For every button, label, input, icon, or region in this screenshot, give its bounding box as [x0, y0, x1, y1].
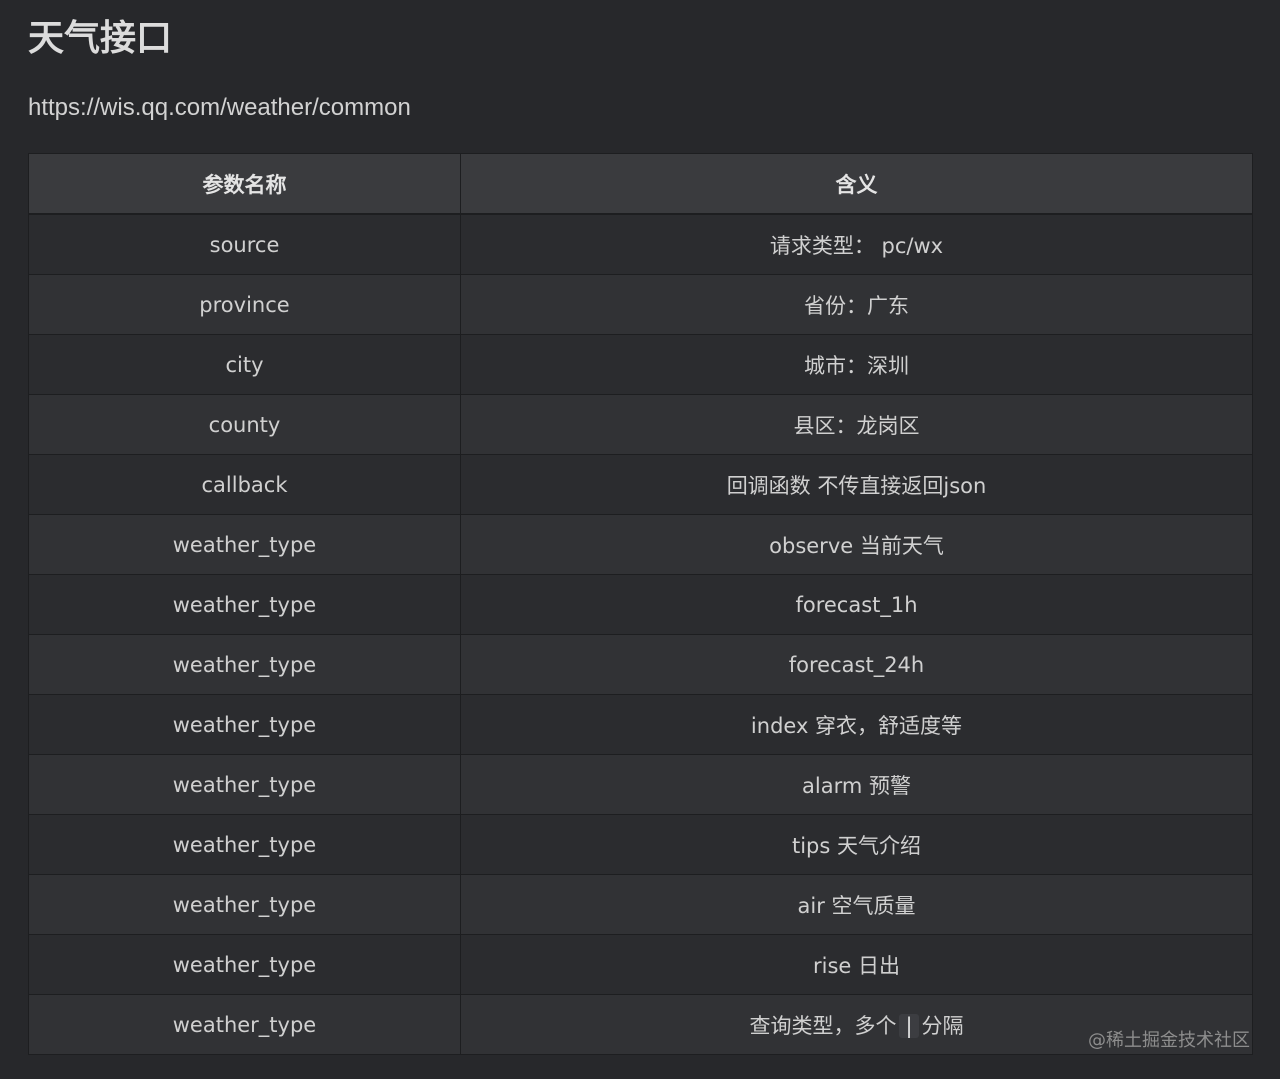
meaning-cell: 省份：广东	[460, 274, 1253, 335]
param-cell: weather_type	[28, 814, 461, 875]
param-cell: weather_type	[28, 994, 461, 1055]
table-row: weather_type air 空气质量	[28, 874, 1253, 935]
meaning-cell: forecast_24h	[460, 634, 1253, 695]
header-param-name: 参数名称	[28, 153, 461, 215]
param-cell: county	[28, 394, 461, 455]
table-row: weather_type tips 天气介绍	[28, 814, 1253, 875]
meaning-prefix: 查询类型，多个	[749, 1013, 897, 1038]
meaning-cell: air 空气质量	[460, 874, 1253, 935]
meaning-suffix: 分隔	[921, 1013, 964, 1038]
table-row: province 省份：广东	[28, 274, 1253, 335]
param-cell: callback	[28, 454, 461, 515]
meaning-cell: observe 当前天气	[460, 514, 1253, 575]
param-cell: province	[28, 274, 461, 335]
meaning-cell: 回调函数 不传直接返回json	[460, 454, 1253, 515]
param-cell: weather_type	[28, 634, 461, 695]
meaning-cell: forecast_1h	[460, 574, 1253, 635]
page-title: 天气接口	[28, 18, 173, 59]
meaning-cell: 县区：龙岗区	[460, 394, 1253, 455]
table-row: weather_type observe 当前天气	[28, 514, 1253, 575]
table-row: weather_type forecast_24h	[28, 634, 1253, 695]
header-meaning: 含义	[460, 153, 1253, 215]
table-row: weather_type index 穿衣，舒适度等	[28, 694, 1253, 755]
param-cell: weather_type	[28, 694, 461, 755]
param-cell: weather_type	[28, 514, 461, 575]
param-cell: weather_type	[28, 874, 461, 935]
inline-code-pipe: |	[899, 1013, 919, 1038]
meaning-cell: 城市：深圳	[460, 334, 1253, 395]
table-row: weather_type rise 日出	[28, 934, 1253, 995]
table-row: city 城市：深圳	[28, 334, 1253, 395]
meaning-cell: 请求类型： pc/wx	[460, 213, 1253, 275]
param-cell: source	[28, 213, 461, 275]
param-cell: weather_type	[28, 574, 461, 635]
table-row: weather_type 查询类型，多个 | 分隔	[28, 994, 1253, 1055]
param-cell: weather_type	[28, 754, 461, 815]
table-row: county 县区：龙岗区	[28, 394, 1253, 455]
meaning-cell: rise 日出	[460, 934, 1253, 995]
params-table: 参数名称 含义 source 请求类型： pc/wx province 省份：广…	[28, 153, 1253, 1055]
meaning-cell: index 穿衣，舒适度等	[460, 694, 1253, 755]
api-url: https://wis.qq.com/weather/common	[28, 94, 411, 121]
watermark: @稀土掘金技术社区	[1088, 1030, 1250, 1051]
table-row: source 请求类型： pc/wx	[28, 213, 1253, 275]
table-row: weather_type forecast_1h	[28, 574, 1253, 635]
meaning-cell: alarm 预警	[460, 754, 1253, 815]
table-row: weather_type alarm 预警	[28, 754, 1253, 815]
table-header-row: 参数名称 含义	[28, 153, 1253, 215]
param-cell: weather_type	[28, 934, 461, 995]
table-row: callback 回调函数 不传直接返回json	[28, 454, 1253, 515]
meaning-cell: tips 天气介绍	[460, 814, 1253, 875]
param-cell: city	[28, 334, 461, 395]
